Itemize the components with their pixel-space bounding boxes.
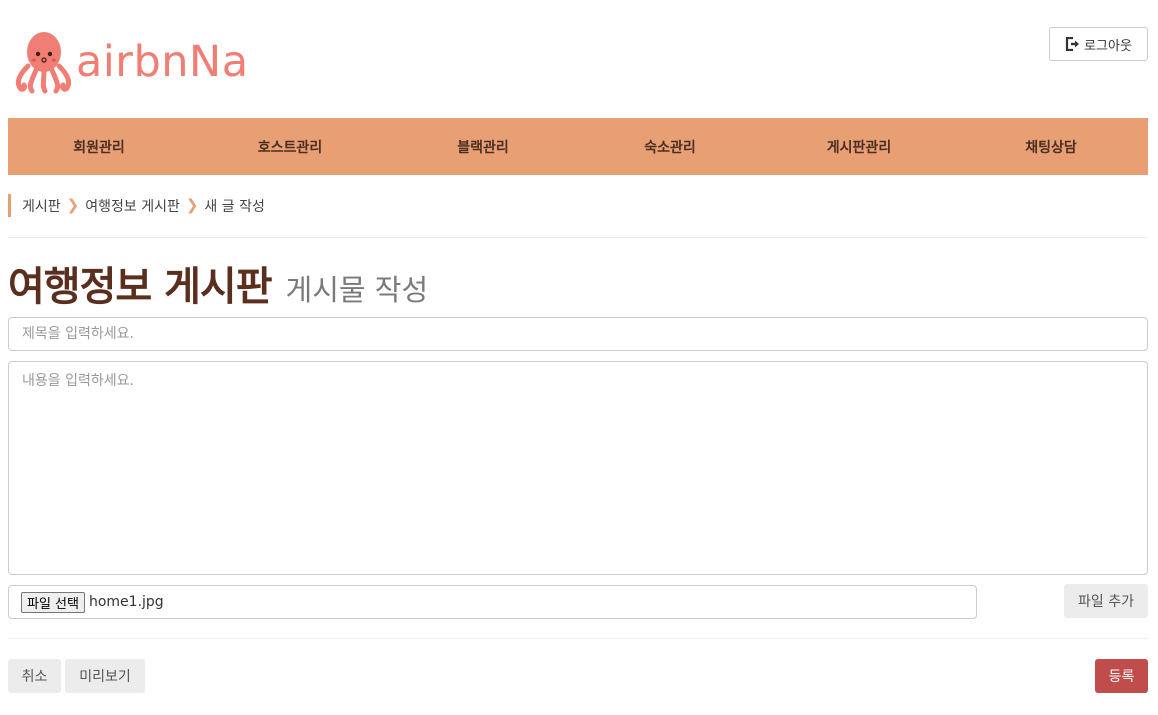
nav-item-host[interactable]: 호스트관리 [190,118,390,175]
selected-file-name: home1.jpg [88,594,164,610]
sign-out-icon [1065,37,1080,51]
main-nav: 회원관리 호스트관리 블랙관리 숙소관리 게시판관리 채팅상담 [8,118,1148,175]
breadcrumb-item-travel-board[interactable]: 여행정보 게시판 [85,196,180,216]
submit-button[interactable]: 등록 [1095,659,1148,693]
file-choose-button[interactable]: 파일 선택 [21,591,85,613]
page-title: 여행정보 게시판 게시물 작성 [8,254,428,312]
preview-button[interactable]: 미리보기 [65,659,145,693]
brand-logo[interactable]: airbnNa [14,30,249,94]
page-title-main: 여행정보 게시판 [8,264,273,310]
octopus-logo-icon [15,32,72,94]
logout-button[interactable]: 로그아웃 [1049,27,1148,61]
add-file-button[interactable]: 파일 추가 [1064,584,1148,618]
post-title-input[interactable] [8,317,1148,351]
page-title-sub: 게시물 작성 [285,273,429,307]
cancel-button[interactable]: 취소 [8,659,61,693]
breadcrumb-item-current: 새 글 작성 [204,198,265,215]
nav-item-blacklist[interactable]: 블랙관리 [390,118,576,175]
breadcrumb: 게시판 ❯ 여행정보 게시판 ❯ 새 글 작성 [8,194,265,217]
brand-name: airbnNa [76,36,249,87]
divider [8,237,1148,238]
file-input[interactable]: 파일 선택 home1.jpg [8,585,977,619]
header: airbnNa 로그아웃 [0,0,1158,118]
logout-label: 로그아웃 [1084,38,1132,54]
post-content-textarea[interactable] [8,361,1148,575]
chevron-right-icon: ❯ [66,196,80,214]
breadcrumb-item-board[interactable]: 게시판 [22,196,61,216]
nav-item-board[interactable]: 게시판관리 [764,118,954,175]
nav-item-lodging[interactable]: 숙소관리 [576,118,764,175]
chevron-right-icon: ❯ [185,196,199,214]
nav-item-chat[interactable]: 채팅상담 [954,118,1148,175]
nav-item-member[interactable]: 회원관리 [8,118,190,175]
divider [8,638,1148,639]
